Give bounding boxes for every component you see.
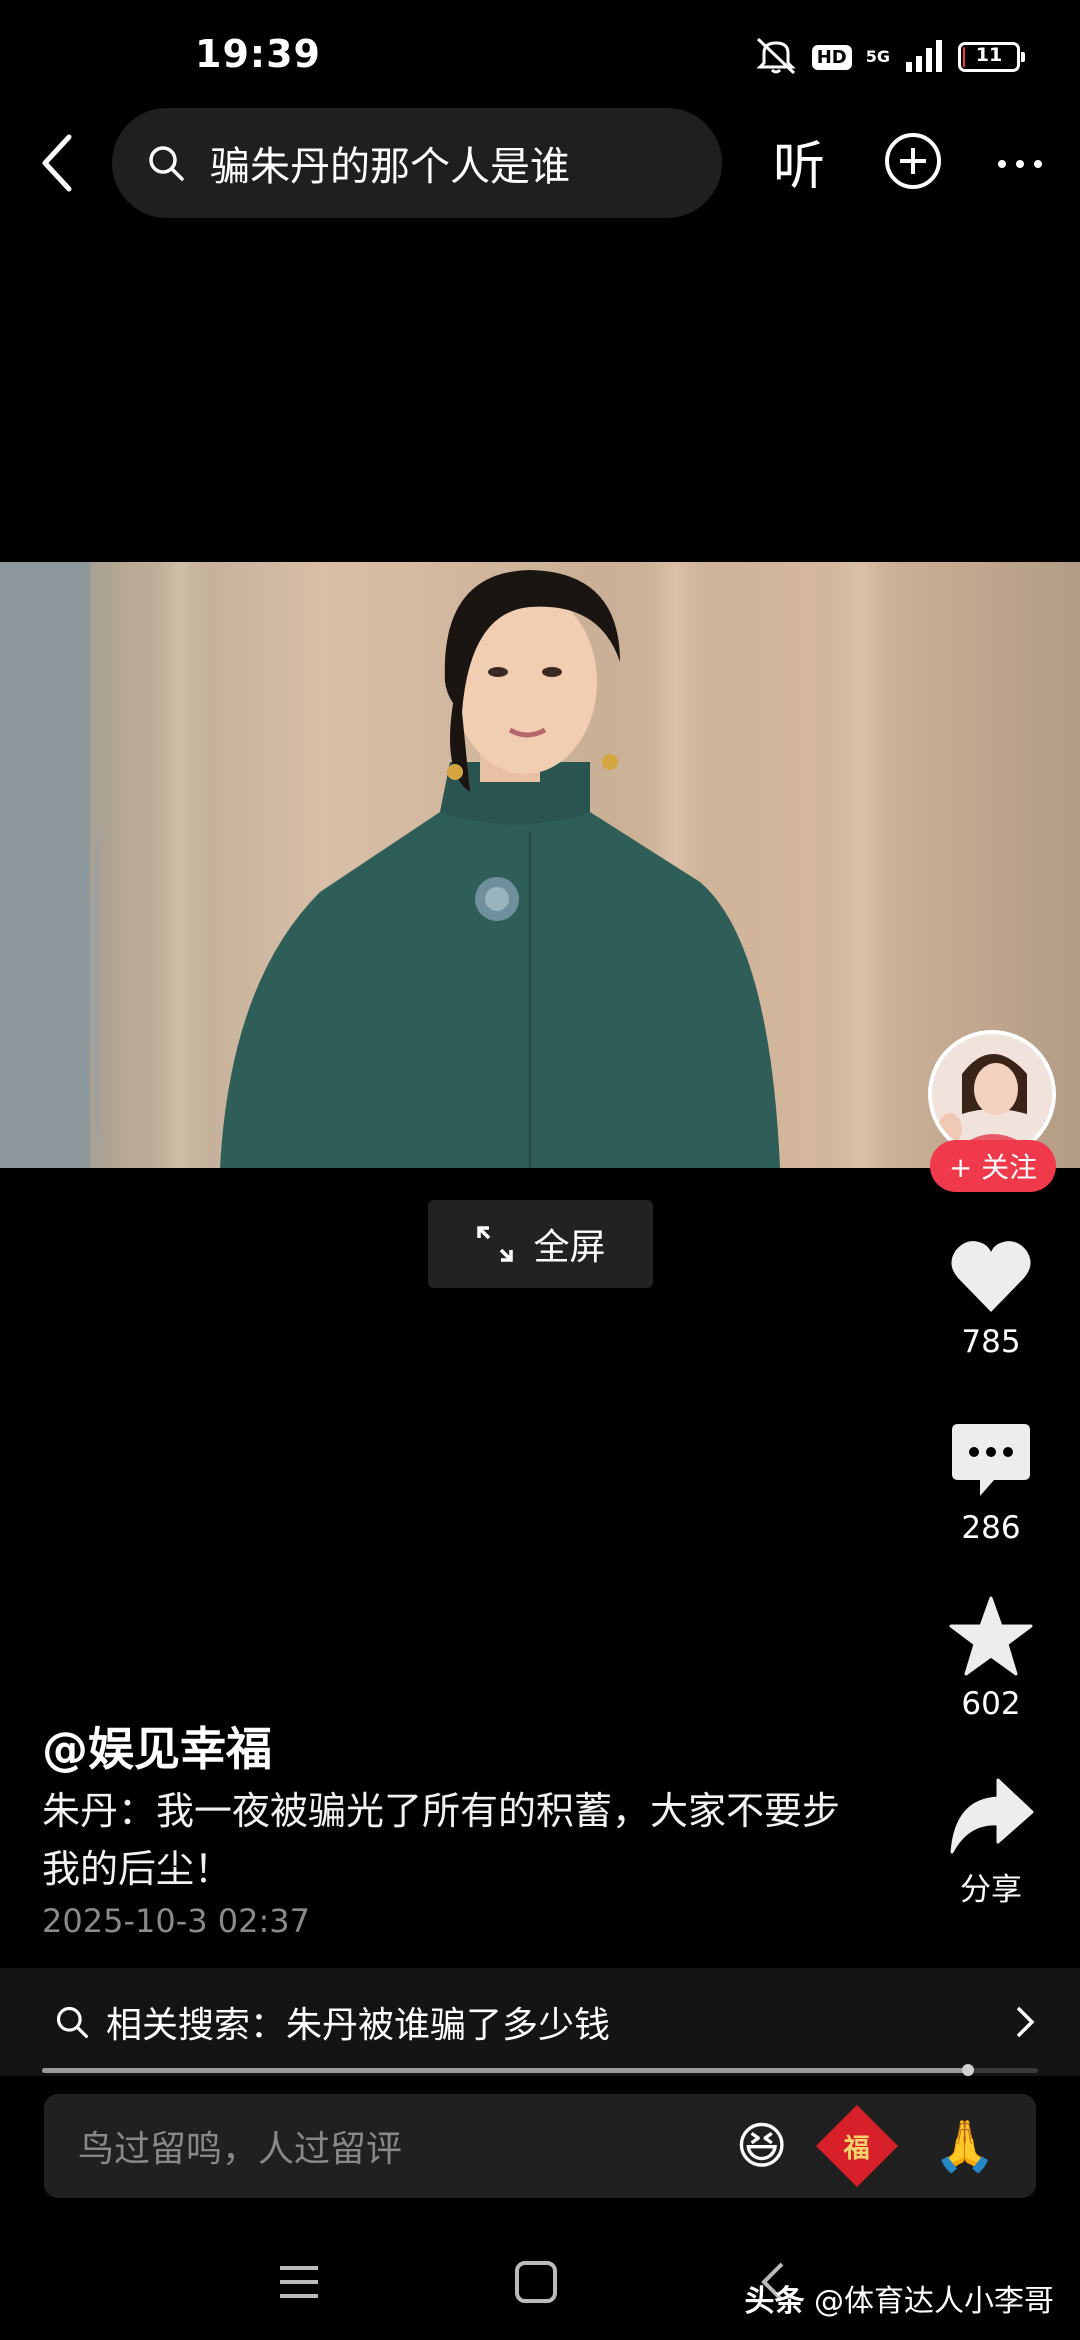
more-button[interactable]	[990, 134, 1050, 194]
fullscreen-label: 全屏	[533, 1227, 606, 1268]
star-icon	[949, 1596, 1033, 1676]
fu-label: 福	[843, 2133, 870, 2164]
mute-icon	[754, 35, 798, 79]
related-search-label: 相关搜索：朱丹被谁骗了多少钱	[106, 2005, 611, 2046]
comment-button[interactable]: 286	[916, 1422, 1066, 1546]
heart-icon	[951, 1241, 1031, 1312]
post-date: 2025-10-3 02:37	[42, 1902, 310, 1940]
chevron-right-icon	[1016, 2006, 1035, 2038]
home-icon[interactable]	[514, 2260, 558, 2304]
expand-icon	[477, 1226, 514, 1262]
like-count: 785	[961, 1324, 1021, 1360]
comment-icon	[952, 1424, 1030, 1496]
favorite-count: 602	[961, 1686, 1021, 1722]
search-bar[interactable]: 骗朱丹的那个人是谁	[112, 108, 722, 218]
progress-fill	[42, 2068, 969, 2073]
video-frame-image	[0, 562, 900, 1168]
comment-placeholder: 鸟过留鸣，人过留评	[78, 2129, 403, 2170]
comment-input[interactable]: 鸟过留鸣，人过留评 😆 福 🙏	[44, 2094, 1036, 2198]
fu-emoji-icon[interactable]: 福	[815, 2104, 898, 2188]
add-button[interactable]	[880, 128, 946, 194]
video-progress-bar[interactable]	[42, 2064, 1038, 2076]
status-icons: HD 5G 11	[754, 34, 1025, 80]
plus-circle-icon	[885, 133, 941, 189]
comment-count: 286	[961, 1510, 1021, 1546]
watermark-handle: @体育达人小李哥	[814, 2284, 1054, 2319]
search-query: 骗朱丹的那个人是谁	[210, 144, 570, 190]
back-arrow-icon	[42, 134, 72, 192]
follow-button[interactable]: + 关注	[930, 1140, 1056, 1192]
watermark: 头条 @体育达人小李哥	[744, 2276, 1054, 2320]
share-arrow-icon	[950, 1778, 1034, 1854]
share-label: 分享	[960, 1872, 1022, 1908]
laugh-emoji-icon[interactable]: 😆	[736, 2117, 788, 2175]
pray-emoji-icon[interactable]: 🙏	[934, 2117, 996, 2176]
listen-button[interactable]: 听	[762, 124, 836, 198]
more-dots-icon	[998, 160, 1042, 168]
network-type: 5G	[865, 47, 890, 66]
author-avatar[interactable]	[928, 1030, 1056, 1158]
related-search-bar[interactable]: 相关搜索：朱丹被谁骗了多少钱	[0, 1968, 1080, 2076]
battery-level: 11	[975, 44, 1003, 66]
watermark-brand: 头条	[744, 2284, 805, 2319]
status-time: 19:39	[195, 32, 321, 76]
signal-icon	[904, 38, 944, 76]
post-caption: 朱丹：我一夜被骗光了所有的积蓄，大家不要步我的后尘！	[42, 1789, 841, 1891]
hd-badge: HD	[811, 44, 852, 70]
favorite-button[interactable]: 602	[916, 1596, 1066, 1722]
search-icon	[149, 146, 184, 181]
battery-icon: 11	[958, 42, 1025, 72]
fullscreen-button[interactable]: 全屏	[428, 1200, 653, 1288]
menu-icon[interactable]	[278, 2262, 320, 2302]
avatar-image	[932, 1034, 1052, 1154]
share-button[interactable]: 分享	[916, 1778, 1066, 1909]
author-name[interactable]: @娱见幸福	[42, 1713, 272, 1779]
search-icon	[56, 2006, 88, 2038]
back-button[interactable]	[22, 128, 92, 198]
like-button[interactable]: 785	[916, 1238, 1066, 1360]
video-player[interactable]	[0, 562, 1080, 1168]
